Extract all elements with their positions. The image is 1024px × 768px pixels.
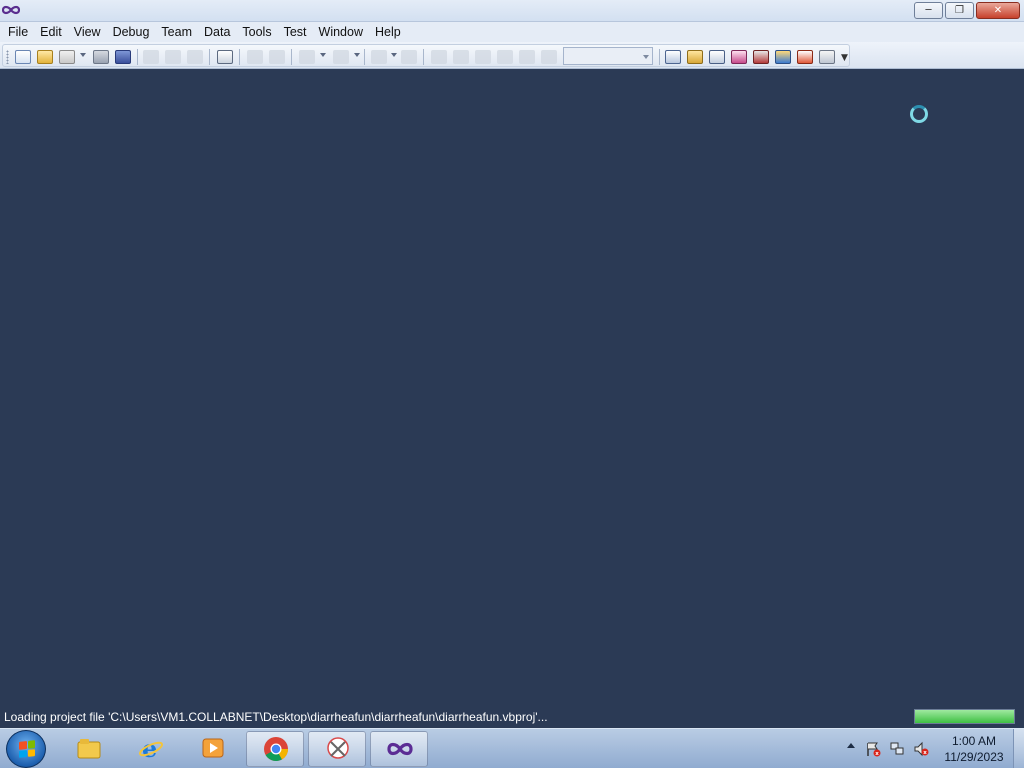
navigate-backward-icon[interactable]	[371, 50, 387, 64]
toolbar-separator	[239, 49, 240, 65]
menu-tools[interactable]: Tools	[236, 22, 277, 42]
chevron-down-icon	[643, 55, 649, 59]
add-item-dropdown-icon[interactable]	[80, 53, 86, 57]
taskbar-media-player[interactable]	[184, 731, 242, 767]
find-icon[interactable]	[217, 50, 233, 64]
break-all-icon[interactable]	[453, 50, 469, 64]
comment-icon[interactable]	[247, 50, 263, 64]
document-workspace	[0, 70, 1024, 706]
title-bar[interactable]: ─ ❐ ✕	[0, 0, 1024, 22]
navigate-forward-icon[interactable]	[401, 50, 417, 64]
menu-edit[interactable]: Edit	[34, 22, 68, 42]
svg-text:x: x	[875, 751, 879, 757]
step-out-icon[interactable]	[541, 50, 557, 64]
taskbar: e x x 1:00 AM 11/29/2023	[0, 728, 1024, 768]
snipping-tool-icon	[327, 737, 349, 759]
window-controls: ─ ❐ ✕	[914, 2, 1020, 19]
paste-icon[interactable]	[187, 50, 203, 64]
toolbar-separator	[659, 49, 660, 65]
menu-file[interactable]: File	[2, 22, 34, 42]
close-icon: ✕	[993, 5, 1003, 16]
step-into-icon[interactable]	[497, 50, 513, 64]
toolbar-grip[interactable]	[6, 50, 9, 64]
start-debugging-icon[interactable]	[431, 50, 447, 64]
status-progress-bar	[914, 709, 1015, 724]
standard-toolbar: ▼	[0, 42, 1024, 69]
object-browser-icon[interactable]	[731, 50, 747, 64]
solution-explorer-icon[interactable]	[687, 50, 703, 64]
media-player-icon	[202, 738, 224, 758]
toolbox-icon[interactable]	[753, 50, 769, 64]
menu-test[interactable]: Test	[278, 22, 313, 42]
minimize-button[interactable]: ─	[914, 2, 943, 19]
taskbar-file-explorer[interactable]	[60, 731, 118, 767]
start-button[interactable]	[6, 730, 46, 768]
menu-window[interactable]: Window	[313, 22, 369, 42]
start-page-icon[interactable]	[819, 50, 835, 64]
error-list-icon[interactable]	[797, 50, 813, 64]
loading-spinner-icon	[910, 105, 928, 123]
minimize-icon: ─	[925, 5, 932, 16]
status-progress-fill	[915, 710, 1014, 723]
volume-muted-icon[interactable]: x	[913, 741, 929, 757]
taskbar-visual-studio[interactable]	[370, 731, 428, 767]
taskbar-clock[interactable]: 1:00 AM 11/29/2023	[938, 733, 1010, 765]
menu-team[interactable]: Team	[155, 22, 198, 42]
menu-bar: File Edit View Debug Team Data Tools Tes…	[0, 22, 1024, 42]
stop-debugging-icon[interactable]	[475, 50, 491, 64]
close-button[interactable]: ✕	[976, 2, 1020, 19]
restore-icon: ❐	[955, 5, 964, 16]
restore-button[interactable]: ❐	[945, 2, 974, 19]
navigate-backward-dropdown-icon[interactable]	[391, 53, 397, 57]
status-bar: Loading project file 'C:\Users\VM1.COLLA…	[0, 706, 1024, 728]
add-item-icon[interactable]	[59, 50, 75, 64]
visual-studio-infinity-icon	[2, 5, 20, 15]
find-in-files-icon[interactable]	[665, 50, 681, 64]
toolbar-options-icon[interactable]: ▼	[841, 53, 848, 63]
show-desktop-button[interactable]	[1013, 729, 1024, 768]
taskbar-chrome[interactable]	[246, 731, 304, 767]
redo-dropdown-icon[interactable]	[354, 53, 360, 57]
redo-icon[interactable]	[333, 50, 349, 64]
toolbar-separator	[291, 49, 292, 65]
file-explorer-icon	[77, 739, 101, 759]
internet-explorer-icon: e	[138, 735, 164, 761]
toolbar-separator	[137, 49, 138, 65]
chrome-icon	[264, 737, 288, 762]
network-icon[interactable]	[889, 741, 905, 757]
step-over-icon[interactable]	[519, 50, 535, 64]
menu-view[interactable]: View	[68, 22, 107, 42]
uncomment-icon[interactable]	[269, 50, 285, 64]
team-explorer-icon[interactable]	[775, 50, 791, 64]
windows-start-icon	[19, 740, 35, 758]
show-hidden-icons-icon[interactable]	[847, 743, 855, 748]
properties-icon[interactable]	[709, 50, 725, 64]
toolbar-separator	[364, 49, 365, 65]
toolbar-separator	[209, 49, 210, 65]
clock-date: 11/29/2023	[944, 750, 1004, 764]
menu-help[interactable]: Help	[369, 22, 407, 42]
clock-time: 1:00 AM	[951, 734, 997, 748]
open-file-icon[interactable]	[37, 50, 53, 64]
undo-icon[interactable]	[299, 50, 315, 64]
new-project-icon[interactable]	[15, 50, 31, 64]
save-icon[interactable]	[93, 50, 109, 64]
solution-configuration-select[interactable]	[563, 47, 653, 65]
toolbar-strip: ▼	[2, 44, 850, 67]
taskbar-internet-explorer[interactable]: e	[122, 731, 180, 767]
copy-icon[interactable]	[165, 50, 181, 64]
undo-dropdown-icon[interactable]	[320, 53, 326, 57]
taskbar-snipping-tool[interactable]	[308, 731, 366, 767]
svg-text:x: x	[923, 750, 927, 756]
menu-data[interactable]: Data	[198, 22, 236, 42]
system-tray: x x	[843, 729, 943, 768]
visual-studio-icon	[387, 742, 413, 756]
status-message: Loading project file 'C:\Users\VM1.COLLA…	[4, 710, 548, 724]
save-all-icon[interactable]	[115, 50, 131, 64]
menu-debug[interactable]: Debug	[107, 22, 156, 42]
toolbar-separator	[423, 49, 424, 65]
action-center-icon[interactable]: x	[865, 741, 881, 757]
cut-icon[interactable]	[143, 50, 159, 64]
